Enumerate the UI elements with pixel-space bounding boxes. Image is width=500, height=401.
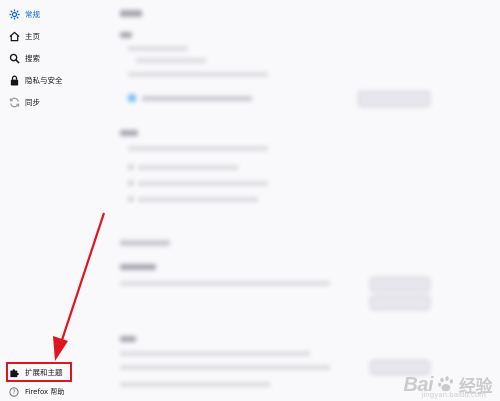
watermark-url: jingyan.baidu.com xyxy=(421,391,486,399)
baidu-jingyan-watermark: Bai 经验 jingyan.baidu.com xyxy=(403,372,492,399)
settings-content-blurred xyxy=(108,0,500,401)
